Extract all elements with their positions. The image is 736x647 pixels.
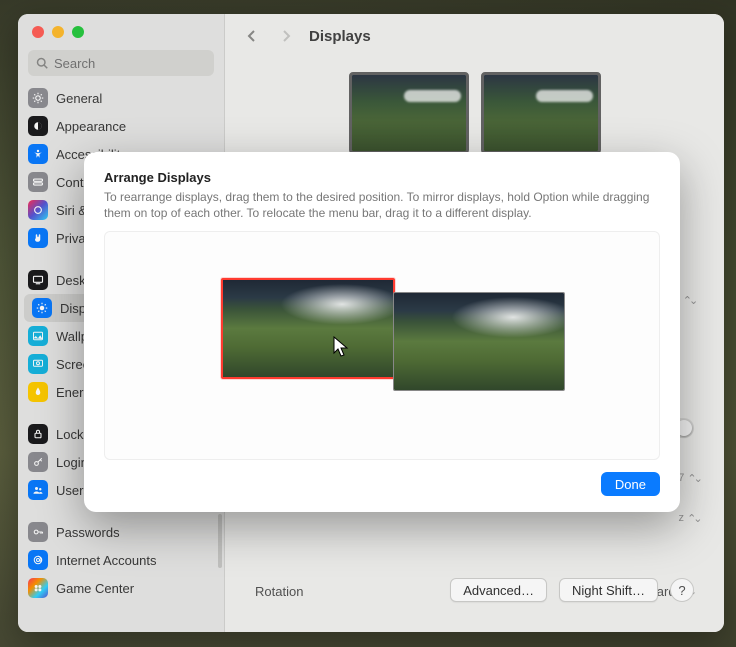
sheet-footer: Done (104, 472, 660, 496)
system-settings-window: General Appearance Accessibility Control… (18, 14, 724, 632)
arrange-displays-sheet: Arrange Displays To rearrange displays, … (84, 152, 680, 512)
sheet-description: To rearrange displays, drag them to the … (104, 189, 660, 221)
arrange-canvas[interactable] (104, 231, 660, 460)
display-secondary[interactable] (393, 292, 565, 391)
sheet-title: Arrange Displays (104, 170, 660, 185)
display-primary[interactable] (221, 278, 395, 379)
done-button[interactable]: Done (601, 472, 660, 496)
desktop-background: General Appearance Accessibility Control… (0, 0, 736, 647)
